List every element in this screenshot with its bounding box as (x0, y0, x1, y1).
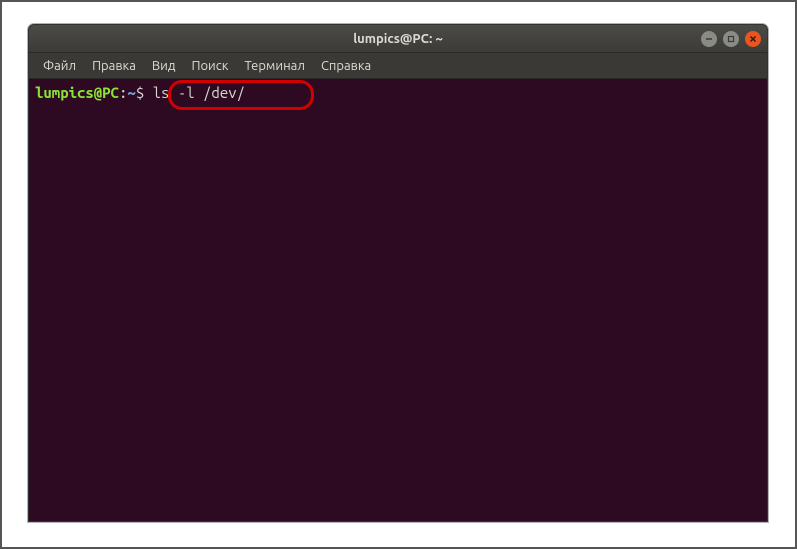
window-controls (701, 31, 761, 47)
menu-edit[interactable]: Правка (84, 56, 144, 76)
menu-help[interactable]: Справка (313, 56, 379, 76)
prompt-user: lumpics@PC (35, 84, 119, 101)
menu-view[interactable]: Вид (144, 56, 184, 76)
close-button[interactable] (745, 31, 761, 47)
window-title: lumpics@PC: ~ (353, 32, 443, 46)
minimize-button[interactable] (701, 31, 717, 47)
command-text: ls -l /dev/ (144, 84, 245, 101)
menu-terminal[interactable]: Терминал (236, 56, 312, 76)
maximize-button[interactable] (723, 31, 739, 47)
menubar: Файл Правка Вид Поиск Терминал Справка (29, 53, 767, 79)
prompt-path: ~ (127, 84, 135, 101)
prompt-line: lumpics@PC:~$ ls -l /dev/ (35, 83, 761, 103)
menu-search[interactable]: Поиск (183, 56, 236, 76)
prompt-dollar: $ (136, 84, 144, 101)
window-titlebar[interactable]: lumpics@PC: ~ (29, 25, 767, 53)
menu-file[interactable]: Файл (35, 56, 84, 76)
terminal-window: lumpics@PC: ~ Файл Правка Вид Поиск Терм… (28, 24, 768, 522)
terminal-body[interactable]: lumpics@PC:~$ ls -l /dev/ (29, 79, 767, 521)
